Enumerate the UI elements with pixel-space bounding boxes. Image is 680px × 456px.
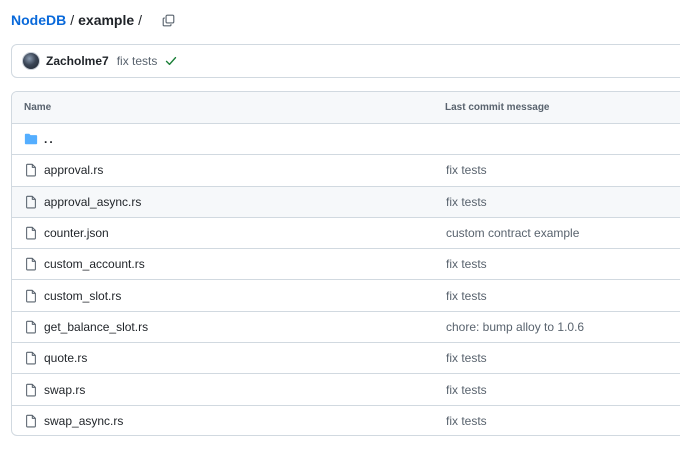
file-commit-message[interactable]: chore: bump alloy to 1.0.6 <box>446 320 584 334</box>
file-icon <box>24 226 38 240</box>
file-name-link[interactable]: custom_slot.rs <box>44 289 121 303</box>
file-commit-message[interactable]: fix tests <box>446 163 487 177</box>
latest-commit-bar: Zacholme7 fix tests <box>11 44 680 78</box>
file-commit-message[interactable]: fix tests <box>446 383 487 397</box>
header-last-commit: Last commit message <box>445 102 550 113</box>
copy-icon <box>162 14 174 26</box>
table-row[interactable]: quote.rs fix tests <box>12 343 680 375</box>
table-row[interactable]: approval.rs fix tests <box>12 155 680 187</box>
avatar[interactable] <box>22 52 40 70</box>
breadcrumb-separator: / <box>138 12 143 28</box>
breadcrumb-repo-link[interactable]: NodeDB <box>11 12 66 28</box>
file-name-link[interactable]: swap.rs <box>44 383 85 397</box>
commit-author[interactable]: Zacholme7 <box>46 54 109 68</box>
table-row[interactable]: counter.json custom contract example <box>12 218 680 250</box>
file-commit-message[interactable]: fix tests <box>446 351 487 365</box>
file-icon <box>24 289 38 303</box>
file-commit-message[interactable]: fix tests <box>446 195 487 209</box>
copy-path-button[interactable] <box>160 12 176 28</box>
file-icon <box>24 257 38 271</box>
file-commit-message[interactable]: fix tests <box>446 289 487 303</box>
file-commit-message[interactable]: custom contract example <box>446 226 579 240</box>
file-name-link[interactable]: custom_account.rs <box>44 257 145 271</box>
folder-icon <box>24 132 38 146</box>
table-row[interactable]: swap_async.rs fix tests <box>12 406 680 435</box>
file-name-link[interactable]: get_balance_slot.rs <box>44 320 148 334</box>
file-name-link[interactable]: approval.rs <box>44 163 103 177</box>
file-icon <box>24 414 38 428</box>
table-row[interactable]: approval_async.rs fix tests <box>12 186 680 218</box>
file-name-link[interactable]: counter.json <box>44 226 109 240</box>
table-row[interactable]: custom_slot.rs fix tests <box>12 280 680 312</box>
parent-directory-row[interactable]: .. <box>12 124 680 156</box>
file-name-link[interactable]: swap_async.rs <box>44 414 123 428</box>
commit-message[interactable]: fix tests <box>117 54 158 68</box>
file-icon <box>24 383 38 397</box>
table-row[interactable]: swap.rs fix tests <box>12 374 680 406</box>
file-icon <box>24 195 38 209</box>
file-name-link[interactable]: approval_async.rs <box>44 195 141 209</box>
file-icon <box>24 163 38 177</box>
table-row[interactable]: custom_account.rs fix tests <box>12 249 680 281</box>
file-icon <box>24 320 38 334</box>
file-commit-message[interactable]: fix tests <box>446 414 487 428</box>
check-status[interactable] <box>165 55 177 67</box>
file-table: Name Last commit message .. approval.rs f… <box>11 91 680 436</box>
parent-directory-link[interactable]: .. <box>44 132 55 146</box>
file-icon <box>24 351 38 365</box>
check-icon <box>166 56 177 66</box>
table-row[interactable]: get_balance_slot.rs chore: bump alloy to … <box>12 312 680 344</box>
table-header: Name Last commit message <box>12 92 680 124</box>
file-commit-message[interactable]: fix tests <box>446 257 487 271</box>
breadcrumb-separator: / <box>70 12 75 28</box>
breadcrumb-current-folder: example <box>78 12 135 28</box>
breadcrumb: NodeDB / example / <box>11 10 176 30</box>
file-name-link[interactable]: quote.rs <box>44 351 87 365</box>
header-name: Name <box>24 102 52 113</box>
